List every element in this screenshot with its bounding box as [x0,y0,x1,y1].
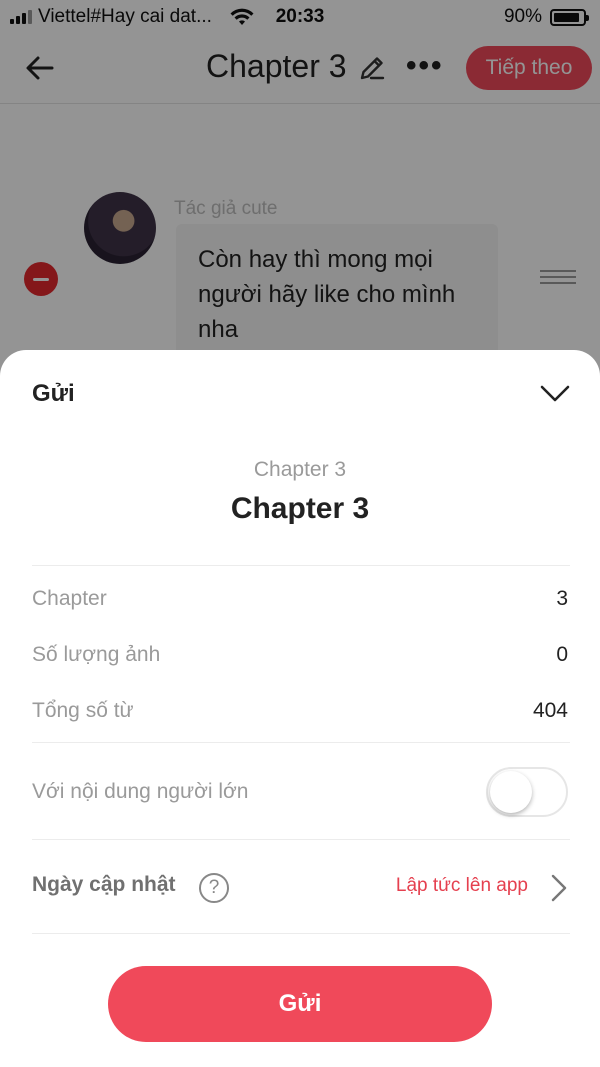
chevron-down-icon[interactable] [538,380,572,406]
adult-content-label: Với nội dung người lớn [32,780,249,803]
help-icon[interactable]: ? [199,873,229,903]
chevron-right-icon[interactable] [548,872,570,904]
update-date-value[interactable]: Lập tức lên app [340,875,528,897]
info-label: Chapter [32,587,107,610]
adult-content-row: Với nội dung người lớn [32,777,472,807]
info-label: Số lượng ảnh [32,643,161,666]
divider [32,839,570,840]
info-row-image-count: Số lượng ảnh 0 [32,640,568,670]
chapter-subtitle: Chapter 3 [253,458,347,481]
toggle-knob [490,771,532,813]
submit-button[interactable]: Gửi [108,966,492,1042]
info-value: 404 [532,699,568,722]
adult-content-toggle[interactable] [486,767,568,817]
divider [32,933,570,934]
divider [32,742,570,743]
info-value: 3 [556,587,568,610]
divider [32,565,570,566]
update-date-label: Ngày cập nhật [32,873,176,896]
info-row-chapter: Chapter 3 [32,584,568,614]
sheet-title: Gửi [32,380,75,407]
info-row-word-count: Tổng số từ 404 [32,696,568,726]
publish-sheet: Gửi Chapter 3 Chapter 3 Chapter 3 Số lượ… [0,350,600,1067]
info-label: Tổng số từ [32,699,134,722]
chapter-heading: Chapter 3 [230,492,370,525]
info-value: 0 [556,643,568,666]
